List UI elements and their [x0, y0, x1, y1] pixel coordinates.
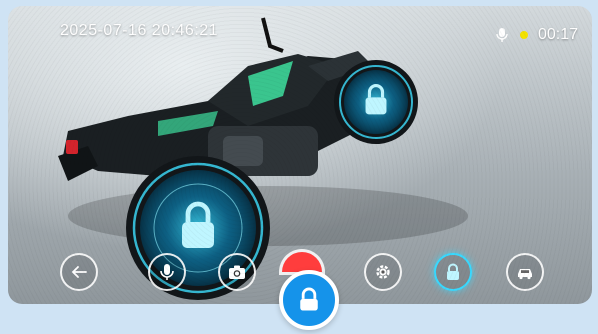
- car-button[interactable]: [506, 253, 544, 291]
- lock-icon: [447, 263, 459, 280]
- rear-wheel-lock-icon: [182, 201, 214, 248]
- microphone-button[interactable]: [148, 253, 186, 291]
- microphone-icon: [496, 28, 508, 42]
- front-wheel-lock-icon: [365, 84, 387, 115]
- arrow-left-icon: [71, 266, 87, 278]
- recording-status: 00:17: [494, 26, 578, 44]
- lock-icon: [300, 287, 318, 311]
- car-icon: [518, 269, 532, 280]
- lock-button[interactable]: [434, 253, 472, 291]
- recording-timer: 00:17: [537, 26, 578, 43]
- back-button[interactable]: [60, 253, 98, 291]
- gear-icon: [376, 265, 390, 279]
- floating-lock-button[interactable]: [279, 270, 339, 330]
- camera-button[interactable]: [218, 253, 256, 291]
- microphone-icon: [160, 264, 174, 280]
- timestamp: 2025-07-16 20:46:21: [60, 22, 219, 39]
- settings-button[interactable]: [364, 253, 402, 291]
- recording-dot-icon: [519, 31, 528, 39]
- camera-icon: [229, 265, 245, 279]
